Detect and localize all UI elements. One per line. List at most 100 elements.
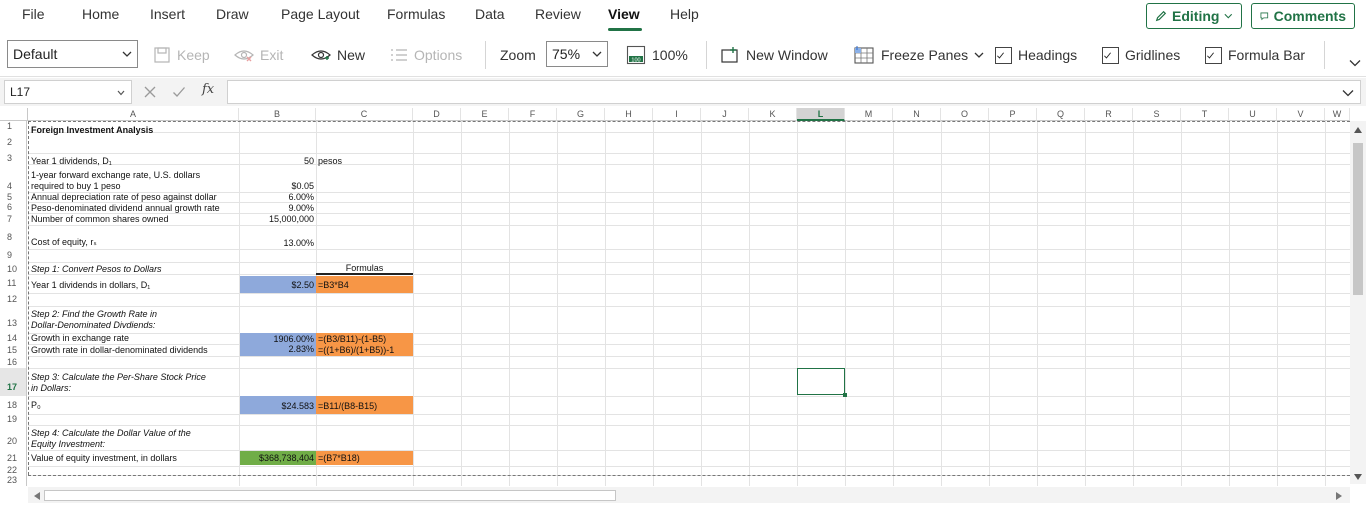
keep-button[interactable]: Keep bbox=[153, 33, 210, 77]
cell-b4[interactable]: $0.05 bbox=[240, 181, 314, 192]
select-all-corner[interactable] bbox=[0, 108, 28, 121]
row-header-3[interactable]: 3 bbox=[0, 153, 27, 164]
column-header-g[interactable]: G bbox=[557, 108, 605, 121]
cell-a7[interactable]: Number of common shares owned bbox=[31, 214, 169, 225]
row-header-5[interactable]: 5 bbox=[0, 192, 27, 202]
row-header-23[interactable]: 23 bbox=[0, 475, 27, 486]
cell-b15[interactable]: 2.83% bbox=[240, 344, 314, 355]
column-header-m[interactable]: M bbox=[845, 108, 893, 121]
column-header-r[interactable]: R bbox=[1085, 108, 1133, 121]
new-sheet-view-button[interactable]: New bbox=[311, 33, 365, 77]
gridlines-toggle[interactable]: Gridlines bbox=[1102, 33, 1180, 77]
tab-page-layout[interactable]: Page Layout bbox=[281, 6, 360, 22]
cell-a14[interactable]: Growth in exchange rate bbox=[31, 333, 129, 344]
row-header-20[interactable]: 20 bbox=[0, 425, 27, 450]
cell-a20-line2[interactable]: Equity Investment: bbox=[31, 439, 105, 450]
scroll-left-arrow-icon[interactable] bbox=[33, 491, 41, 501]
column-header-b[interactable]: B bbox=[239, 108, 316, 121]
formula-input[interactable] bbox=[227, 80, 1361, 104]
column-header-q[interactable]: Q bbox=[1037, 108, 1085, 121]
cell-c14[interactable]: =(B3/B11)-(1-B5) bbox=[318, 334, 386, 345]
scroll-right-arrow-icon[interactable] bbox=[1335, 491, 1343, 501]
cell-a21[interactable]: Value of equity investment, in dollars bbox=[31, 453, 177, 464]
column-header-k[interactable]: K bbox=[749, 108, 797, 121]
column-header-l[interactable]: L bbox=[797, 108, 845, 121]
new-window-button[interactable]: New Window bbox=[720, 33, 828, 77]
cell-a4-line2[interactable]: required to buy 1 peso bbox=[31, 181, 121, 192]
row-header-22[interactable]: 22 bbox=[0, 466, 27, 475]
row-header-11[interactable]: 11 bbox=[0, 274, 27, 293]
column-header-t[interactable]: T bbox=[1181, 108, 1229, 121]
active-cell-selection[interactable] bbox=[797, 368, 845, 395]
cell-a6[interactable]: Peso-denominated dividend annual growth … bbox=[31, 203, 220, 214]
row-header-13[interactable]: 13 bbox=[0, 306, 27, 333]
zoom-100-button[interactable]: 100 100% bbox=[626, 33, 688, 77]
cell-a13-line2[interactable]: Dollar-Denominated Divdiends: bbox=[31, 320, 155, 331]
tab-view[interactable]: View bbox=[608, 6, 640, 22]
cell-a10[interactable]: Step 1: Convert Pesos to Dollars bbox=[31, 264, 162, 275]
cancel-x-icon[interactable] bbox=[143, 85, 157, 99]
headings-toggle[interactable]: Headings bbox=[995, 33, 1077, 77]
tab-insert[interactable]: Insert bbox=[150, 6, 185, 22]
tab-review[interactable]: Review bbox=[535, 6, 581, 22]
row-header-1[interactable]: 1 bbox=[0, 121, 27, 132]
chevron-down-icon[interactable] bbox=[1342, 89, 1354, 97]
cell-a11[interactable]: Year 1 dividends in dollars, D₁ bbox=[31, 280, 150, 291]
fx-icon[interactable]: fx bbox=[202, 82, 214, 97]
cell-a17-line1[interactable]: Step 3: Calculate the Per-Share Stock Pr… bbox=[31, 372, 206, 383]
tab-draw[interactable]: Draw bbox=[216, 6, 249, 22]
cell-a17-line2[interactable]: in Dollars: bbox=[31, 383, 71, 394]
name-box[interactable]: L17 bbox=[4, 80, 132, 104]
column-header-w[interactable]: W bbox=[1325, 108, 1350, 121]
cell-a3[interactable]: Year 1 dividends, D₁ bbox=[31, 156, 112, 167]
cell-b3[interactable]: 50 bbox=[240, 156, 314, 167]
row-header-8[interactable]: 8 bbox=[0, 225, 27, 249]
formula-bar-toggle[interactable]: Formula Bar bbox=[1205, 33, 1305, 77]
column-header-i[interactable]: I bbox=[653, 108, 701, 121]
column-header-v[interactable]: V bbox=[1277, 108, 1325, 121]
column-header-s[interactable]: S bbox=[1133, 108, 1181, 121]
cell-c15[interactable]: =((1+B6)/(1+B5))-1 bbox=[318, 345, 394, 356]
column-header-o[interactable]: O bbox=[941, 108, 989, 121]
vertical-scroll-thumb[interactable] bbox=[1353, 143, 1363, 295]
cell-a8[interactable]: Cost of equity, rₛ bbox=[31, 237, 97, 248]
cell-c11[interactable]: =B3*B4 bbox=[318, 280, 349, 291]
cell-b7[interactable]: 15,000,000 bbox=[240, 214, 314, 225]
horizontal-scrollbar[interactable] bbox=[28, 487, 1350, 503]
row-header-2[interactable]: 2 bbox=[0, 132, 27, 153]
zoom-select[interactable]: 75% bbox=[546, 41, 608, 67]
vertical-scrollbar[interactable] bbox=[1350, 121, 1366, 484]
cell-b18[interactable]: $24.583 bbox=[240, 401, 314, 412]
options-button[interactable]: Options bbox=[390, 33, 462, 77]
cell-c18[interactable]: =B11/(B8-B15) bbox=[318, 401, 377, 412]
row-header-17[interactable]: 17 bbox=[0, 368, 27, 396]
cell-a1[interactable]: Foreign Investment Analysis bbox=[31, 125, 153, 136]
horizontal-scroll-thumb[interactable] bbox=[44, 490, 616, 501]
tab-data[interactable]: Data bbox=[475, 6, 505, 22]
cell-a5[interactable]: Annual depreciation rate of peso against… bbox=[31, 192, 217, 203]
cell-c21[interactable]: =(B7*B18) bbox=[318, 453, 360, 464]
cell-c3[interactable]: pesos bbox=[318, 156, 342, 167]
column-header-e[interactable]: E bbox=[461, 108, 509, 121]
tab-file[interactable]: File bbox=[22, 6, 45, 22]
cell-b6[interactable]: 9.00% bbox=[240, 203, 314, 214]
column-header-j[interactable]: J bbox=[701, 108, 749, 121]
row-header-21[interactable]: 21 bbox=[0, 450, 27, 466]
column-header-n[interactable]: N bbox=[893, 108, 941, 121]
column-header-c[interactable]: C bbox=[316, 108, 413, 121]
cell-c10[interactable]: Formulas bbox=[316, 263, 413, 274]
row-header-9[interactable]: 9 bbox=[0, 249, 27, 262]
cell-b8[interactable]: 13.00% bbox=[240, 238, 314, 249]
row-header-4[interactable]: 4 bbox=[0, 164, 27, 192]
row-header-14[interactable]: 14 bbox=[0, 333, 27, 344]
enter-check-icon[interactable] bbox=[172, 85, 186, 99]
cell-b21[interactable]: $368,738,404 bbox=[240, 453, 314, 464]
exit-button[interactable]: Exit bbox=[234, 33, 283, 77]
sheet-view-select[interactable]: Default bbox=[7, 40, 138, 68]
editing-mode-button[interactable]: Editing bbox=[1146, 3, 1242, 29]
cell-a20-line1[interactable]: Step 4: Calculate the Dollar Value of th… bbox=[31, 428, 191, 439]
column-header-u[interactable]: U bbox=[1229, 108, 1277, 121]
row-header-6[interactable]: 6 bbox=[0, 202, 27, 213]
tab-help[interactable]: Help bbox=[670, 6, 699, 22]
tab-home[interactable]: Home bbox=[82, 6, 119, 22]
